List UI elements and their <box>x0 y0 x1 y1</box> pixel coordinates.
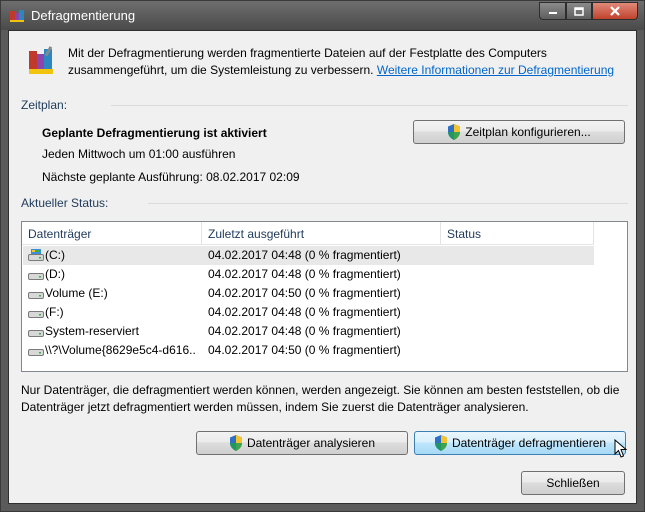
drive-last-run: 04.02.2017 04:48 (0 % fragmentiert) <box>208 305 401 319</box>
drive-name: (C:) <box>45 248 65 262</box>
maximize-icon <box>574 6 584 16</box>
drive-last-run: 04.02.2017 04:48 (0 % fragmentiert) <box>208 248 401 262</box>
schedule-status-heading: Geplante Defragmentierung ist aktiviert <box>42 126 267 140</box>
drive-last-run: 04.02.2017 04:50 (0 % fragmentiert) <box>208 286 401 300</box>
close-icon <box>610 6 620 16</box>
system-drive-icon <box>28 249 44 261</box>
defrag-window: Defragmentierung Mit der Defragmentierun… <box>0 0 645 512</box>
drive-name: Volume (E:) <box>45 286 108 300</box>
dialog-body: Mit der Defragmentierung werden fragment… <box>8 30 637 504</box>
maximize-button[interactable] <box>566 2 592 20</box>
drive-list[interactable]: Datenträger Zuletzt ausgeführt Status (C… <box>21 221 628 372</box>
minimize-icon <box>548 12 557 14</box>
drive-name: (F:) <box>45 305 64 319</box>
drive-row[interactable]: (F:) 04.02.2017 04:48 (0 % fragmentiert) <box>23 303 594 322</box>
more-info-link[interactable]: Weitere Informationen zur Defragmentieru… <box>377 63 614 77</box>
intro-line-1: Mit der Defragmentierung werden fragment… <box>68 46 547 60</box>
drive-last-run: 04.02.2017 04:48 (0 % fragmentiert) <box>208 324 401 338</box>
schedule-divider <box>111 105 628 106</box>
schedule-section-label: Zeitplan: <box>21 98 68 112</box>
column-header-status[interactable]: Status <box>441 222 594 245</box>
defragment-drive-label: Datenträger defragmentieren <box>451 436 607 450</box>
minimize-button[interactable] <box>539 2 566 20</box>
window-title: Defragmentierung <box>31 8 136 23</box>
drive-name: System-reserviert <box>45 324 140 338</box>
intro-line-2: zusammengeführt, um die Systemleistung z… <box>68 63 374 77</box>
status-section-label: Aktueller Status: <box>21 196 109 210</box>
analyze-drive-button[interactable]: Datenträger analysieren <box>196 431 408 455</box>
close-window-button[interactable] <box>592 2 638 20</box>
defrag-header-icon <box>29 46 53 74</box>
close-button[interactable]: Schließen <box>521 471 625 495</box>
drive-row[interactable]: System-reserviert 04.02.2017 04:48 (0 % f… <box>23 322 594 341</box>
drive-last-run: 04.02.2017 04:48 (0 % fragmentiert) <box>208 267 401 281</box>
note-line-2: Datenträger jetzt defragmentiert werden … <box>21 400 529 414</box>
intro-text: Mit der Defragmentierung werden fragment… <box>68 45 628 79</box>
note-line-1: Nur Datenträger, die defragmentiert werd… <box>21 383 620 397</box>
close-button-label: Schließen <box>546 476 600 490</box>
column-header-last-run[interactable]: Zuletzt ausgeführt <box>202 222 441 245</box>
drive-row[interactable]: Volume (E:) 04.02.2017 04:50 (0 % fragmen… <box>23 284 594 303</box>
schedule-next-run: Nächste geplante Ausführung: 08.02.2017 … <box>42 170 300 184</box>
drive-name: \\?\Volume{8629e5c4-d616... <box>45 343 195 357</box>
column-header-drive[interactable]: Datenträger <box>22 222 202 245</box>
drive-row[interactable]: (C:) 04.02.2017 04:48 (0 % fragmentiert) <box>23 246 594 265</box>
caption-buttons <box>539 2 638 21</box>
defrag-app-icon <box>10 10 24 22</box>
uac-shield-icon <box>434 435 447 451</box>
mouse-pointer-icon <box>614 439 628 458</box>
uac-shield-icon <box>229 435 242 451</box>
title-bar[interactable]: Defragmentierung <box>1 1 644 30</box>
schedule-frequency: Jeden Mittwoch um 01:00 ausführen <box>42 147 236 161</box>
drive-icon <box>28 330 44 337</box>
uac-shield-icon <box>448 124 461 140</box>
defragment-drive-button[interactable]: Datenträger defragmentieren <box>414 431 626 455</box>
drive-row[interactable]: (D:) 04.02.2017 04:48 (0 % fragmentiert) <box>23 265 594 284</box>
drive-note: Nur Datenträger, die defragmentiert werd… <box>21 382 628 416</box>
analyze-drive-label: Datenträger analysieren <box>246 436 376 450</box>
drive-name: (D:) <box>45 267 65 281</box>
drive-icon <box>28 273 44 280</box>
drive-icon <box>28 311 44 318</box>
drive-last-run: 04.02.2017 04:50 (0 % fragmentiert) <box>208 343 401 357</box>
drive-icon <box>28 349 44 356</box>
configure-schedule-button[interactable]: Zeitplan konfigurieren... <box>413 120 625 144</box>
drive-icon <box>28 292 44 299</box>
configure-schedule-label: Zeitplan konfigurieren... <box>465 125 591 139</box>
status-divider <box>148 203 628 204</box>
drive-row[interactable]: \\?\Volume{8629e5c4-d616... 04.02.2017 04… <box>23 341 594 360</box>
